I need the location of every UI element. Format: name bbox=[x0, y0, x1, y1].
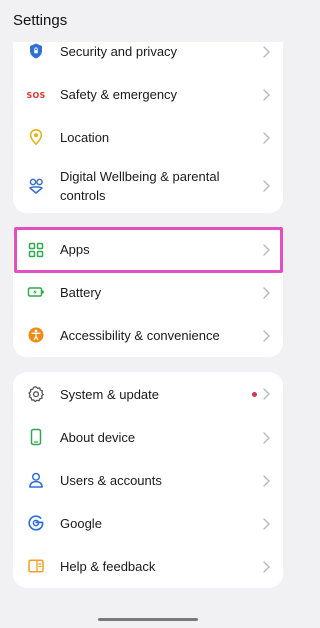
settings-item-help-feedback[interactable]: Help & feedback bbox=[13, 545, 283, 588]
chevron-right-icon bbox=[261, 387, 271, 401]
settings-item-label: Security and privacy bbox=[60, 44, 178, 59]
settings-item-apps[interactable]: Apps bbox=[13, 227, 283, 272]
header: Settings bbox=[0, 0, 296, 42]
chevron-right-icon bbox=[261, 243, 271, 257]
settings-item-label: Help & feedback bbox=[60, 559, 156, 574]
settings-item-label: Users & accounts bbox=[60, 473, 162, 488]
chevron-right-icon bbox=[261, 45, 271, 59]
wellbeing-icon bbox=[27, 177, 45, 195]
help-icon bbox=[27, 557, 45, 575]
settings-item-label: Google bbox=[60, 516, 102, 531]
shield-icon bbox=[27, 42, 45, 60]
settings-item-battery[interactable]: Battery bbox=[13, 272, 283, 314]
apps-grid-icon bbox=[27, 241, 45, 259]
settings-item-location[interactable]: Location bbox=[13, 116, 283, 159]
notification-dot bbox=[252, 392, 257, 397]
chevron-right-icon bbox=[261, 179, 271, 193]
chevron-right-icon bbox=[261, 88, 271, 102]
chevron-right-icon bbox=[261, 517, 271, 531]
settings-item-google[interactable]: Google bbox=[13, 502, 283, 545]
settings-item-label: Digital Wellbeing & parental controls bbox=[60, 169, 220, 203]
settings-item-users-accounts[interactable]: Users & accounts bbox=[13, 459, 283, 502]
accessibility-icon bbox=[27, 326, 45, 344]
settings-item-system-update[interactable]: System & update bbox=[13, 372, 283, 416]
page-title: Settings bbox=[13, 12, 68, 29]
settings-item-about-device[interactable]: About device bbox=[13, 416, 283, 459]
settings-item-label: System & update bbox=[60, 387, 159, 402]
settings-item-label: Apps bbox=[60, 242, 90, 257]
settings-item-label: Accessibility & convenience bbox=[60, 328, 220, 343]
user-icon bbox=[27, 471, 45, 489]
chevron-right-icon bbox=[261, 431, 271, 445]
chevron-right-icon bbox=[261, 329, 271, 343]
battery-icon bbox=[27, 283, 45, 301]
settings-group-2: Apps Battery Accessibility & convenience bbox=[13, 227, 283, 357]
google-icon bbox=[27, 514, 45, 532]
settings-item-label: About device bbox=[60, 430, 136, 445]
settings-item-safety-emergency[interactable]: SOS Safety & emergency bbox=[13, 73, 283, 116]
settings-item-label: Battery bbox=[60, 285, 102, 300]
gear-icon bbox=[27, 385, 45, 403]
sos-icon: SOS bbox=[26, 90, 46, 100]
chevron-right-icon bbox=[261, 131, 271, 145]
settings-item-accessibility[interactable]: Accessibility & convenience bbox=[13, 314, 283, 357]
home-gesture-bar[interactable] bbox=[98, 618, 198, 621]
settings-item-label: Safety & emergency bbox=[60, 87, 178, 102]
settings-item-label: Location bbox=[60, 130, 110, 145]
chevron-right-icon bbox=[261, 474, 271, 488]
phone-icon bbox=[27, 428, 45, 446]
chevron-right-icon bbox=[261, 560, 271, 574]
settings-item-digital-wellbeing[interactable]: Digital Wellbeing & parental controls bbox=[13, 159, 283, 213]
settings-group-3: System & update About device Users & acc… bbox=[13, 372, 283, 588]
settings-group-1: Security and privacy SOS Safety & emerge… bbox=[13, 30, 283, 213]
settings-screen: Settings Security and privacy SOS Safety… bbox=[0, 0, 296, 628]
location-pin-icon bbox=[27, 128, 45, 146]
chevron-right-icon bbox=[261, 286, 271, 300]
